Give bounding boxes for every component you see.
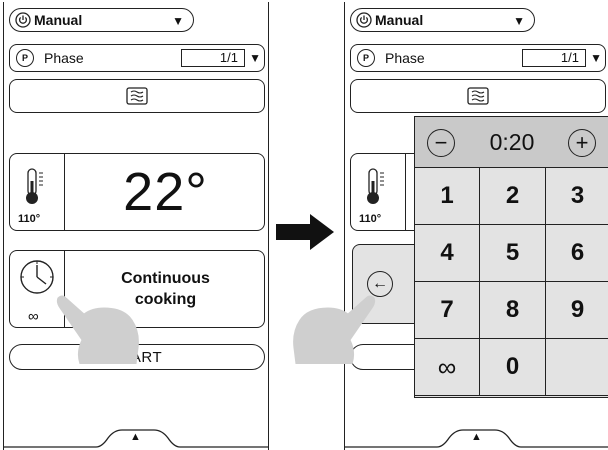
keypad-time-display: 0:20 [489,129,535,155]
phase-label: Phase [385,50,425,66]
key-6[interactable]: 6 [546,225,608,282]
phase-row[interactable]: P Phase 1/1 ▼ [350,44,606,72]
bottom-tab[interactable]: ▲ [4,420,268,450]
thermometer-icon [367,168,384,204]
chevron-up-icon: ▲ [130,431,141,443]
bottom-tab[interactable]: ▲ [345,420,608,450]
arrow-right-icon [276,214,334,250]
key-3[interactable]: 3 [546,168,608,225]
key-8[interactable]: 8 [480,282,546,339]
steam-button[interactable] [9,79,265,113]
chevron-down-icon: ▼ [172,14,184,28]
phase-value[interactable]: 1/1 [522,49,586,67]
mode-label: Manual [375,12,424,28]
key-5[interactable]: 5 [480,225,546,282]
power-icon [356,12,372,28]
screen-before: Manual ▼ P Phase 1/1 ▼ 110° 22° ∞ Contin… [3,2,269,450]
chevron-up-icon: ▲ [471,431,482,443]
phase-row[interactable]: P Phase 1/1 ▼ [9,44,265,72]
key-9[interactable]: 9 [546,282,608,339]
power-icon [15,12,31,28]
mode-label: Manual [34,12,83,28]
temperature-setpoint: 110° [18,213,41,225]
keypad-header: − 0:20 + [415,117,608,168]
phase-icon: P [16,49,34,67]
hand-pointer-icon [293,295,376,364]
keypad-grid: 1 2 3 4 5 6 7 8 9 ∞ 0 [415,168,608,396]
increment-button[interactable]: + [568,129,596,157]
thermometer-icon [26,168,43,204]
key-4[interactable]: 4 [415,225,480,282]
key-2[interactable]: 2 [480,168,546,225]
temperature-setpoint: 110° [359,213,382,225]
phase-icon: P [357,49,375,67]
temperature-icon-cell: 110° [351,154,406,230]
infinity-icon: ∞ [28,308,39,325]
mode-dropdown[interactable]: Manual ▼ [350,8,535,32]
time-keypad: − 0:20 + 1 2 3 4 5 6 7 8 9 ∞ 0 [414,116,608,398]
temperature-icon-cell: 110° [10,154,65,230]
hand-pointer-icon [56,295,139,364]
decrement-button[interactable]: − [427,129,455,157]
key-infinity[interactable]: ∞ [415,339,480,396]
steam-button[interactable] [350,79,606,113]
key-0[interactable]: 0 [480,339,546,396]
phase-label: Phase [44,50,84,66]
mode-dropdown[interactable]: Manual ▼ [9,8,194,32]
phase-value[interactable]: 1/1 [181,49,245,67]
clock-icon [20,260,54,294]
chevron-down-icon: ▼ [590,51,602,65]
steam-icon [126,87,148,105]
chevron-down-icon: ▼ [513,14,525,28]
key-1[interactable]: 1 [415,168,480,225]
key-7[interactable]: 7 [415,282,480,339]
temperature-value: 22° [123,162,208,222]
chevron-down-icon: ▼ [249,51,261,65]
key-empty [546,339,608,396]
steam-icon [467,87,489,105]
temperature-panel[interactable]: 110° 22° [9,153,265,231]
